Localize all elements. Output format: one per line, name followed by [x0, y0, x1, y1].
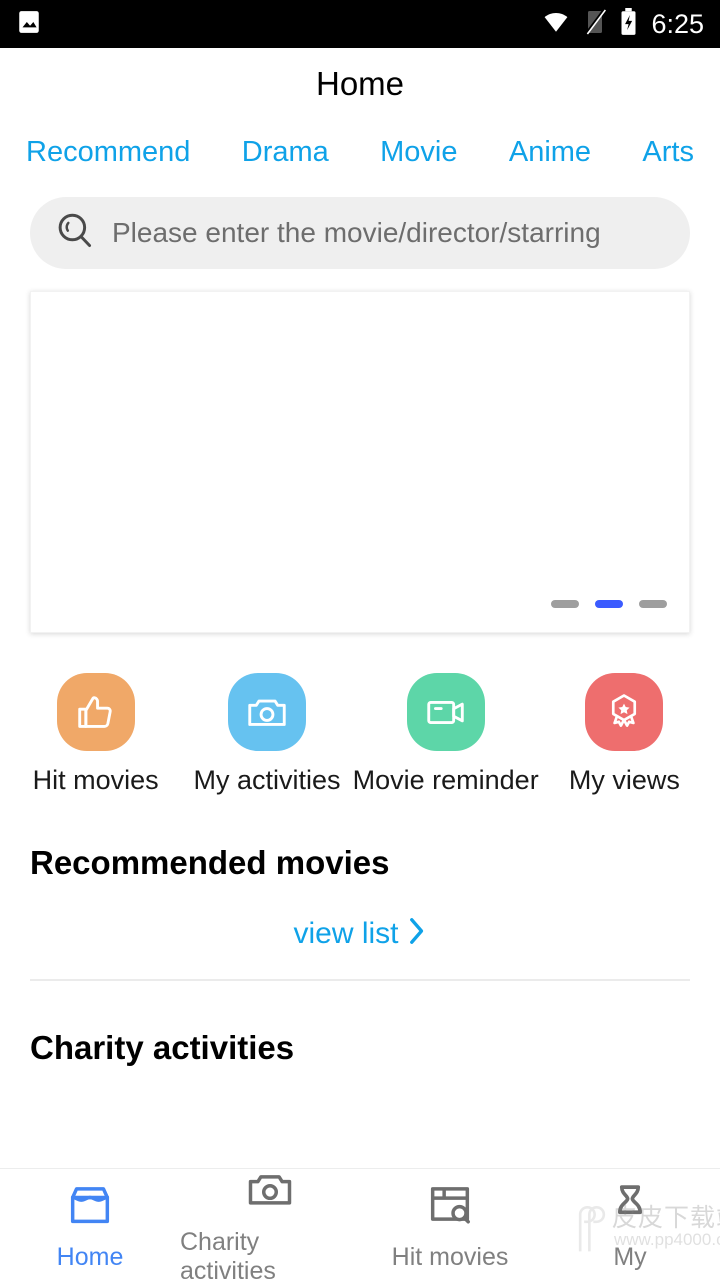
carousel-pagination: [551, 600, 667, 608]
nav-label: Home: [56, 1242, 124, 1271]
nav-label: Hit movies: [391, 1242, 509, 1271]
status-bar-left: [16, 9, 42, 40]
tab-anime[interactable]: Anime: [509, 136, 591, 169]
quick-action-label: My views: [568, 765, 680, 795]
quick-action-my-activities[interactable]: My activities: [181, 673, 352, 796]
charity-activities-title: Charity activities: [30, 1029, 295, 1066]
category-tabs: Recommend Drama Movie Anime Arts: [0, 120, 720, 177]
page-title-bar: Home: [0, 48, 720, 120]
recommended-movies-title: Recommended movies: [30, 844, 390, 881]
nav-item-charity-activities[interactable]: Charity activities: [180, 1169, 360, 1280]
carousel-dot[interactable]: [551, 600, 579, 608]
search-input[interactable]: Please enter the movie/director/starring: [112, 217, 601, 249]
tab-movie[interactable]: Movie: [380, 136, 457, 169]
medal-badge-icon: [585, 673, 664, 751]
person-icon: [604, 1178, 656, 1235]
quick-actions: Hit movies My activities Movie reminder: [0, 633, 720, 796]
battery-charging-icon: [619, 7, 638, 41]
quick-action-label: My activities: [193, 765, 341, 795]
status-bar: 6:25: [0, 0, 720, 48]
quick-action-label: Hit movies: [32, 765, 159, 795]
tab-recommend[interactable]: Recommend: [26, 136, 190, 169]
camera-icon: [244, 1163, 296, 1220]
search-bar[interactable]: Please enter the movie/director/starring: [30, 197, 690, 269]
wifi-icon: [541, 9, 571, 40]
thumbs-up-icon: [56, 673, 135, 751]
nav-item-home[interactable]: Home: [0, 1169, 180, 1280]
carousel-dot-active[interactable]: [595, 600, 623, 608]
nav-label: Charity activities: [180, 1228, 276, 1280]
banner-section: [0, 269, 720, 633]
tab-drama[interactable]: Drama: [242, 136, 329, 169]
status-bar-clock: 6:25: [651, 8, 704, 39]
quick-action-hit-movies[interactable]: Hit movies: [10, 673, 181, 796]
page-title: Home: [315, 65, 405, 102]
status-bar-right: 6:25: [541, 7, 704, 41]
view-list-label: view list: [293, 916, 399, 950]
app-root: 6:25 Home Recommend Drama Movie Anime Ar…: [0, 0, 720, 1280]
tab-arts[interactable]: Arts: [642, 136, 694, 169]
banner-carousel[interactable]: [30, 291, 690, 633]
nav-label: My: [613, 1242, 647, 1271]
chevron-right-icon: [407, 916, 427, 951]
signal-off-icon: [584, 8, 607, 40]
quick-action-movie-reminder[interactable]: Movie reminder: [353, 673, 539, 796]
nav-item-hit-movies[interactable]: Hit movies: [360, 1169, 540, 1280]
camera-icon: [227, 673, 306, 751]
image-icon: [16, 9, 42, 40]
bottom-navigation: Home Charity activities Hit movies My: [0, 1168, 720, 1280]
search-icon: [54, 210, 96, 257]
search-section: Please enter the movie/director/starring: [0, 177, 720, 269]
quick-action-label: Movie reminder: [352, 765, 539, 795]
quick-action-my-views[interactable]: My views: [539, 673, 710, 796]
browser-search-icon: [424, 1178, 476, 1235]
carousel-dot[interactable]: [639, 600, 667, 608]
store-icon: [64, 1178, 116, 1235]
video-camera-icon: [406, 673, 485, 751]
nav-item-my[interactable]: My: [540, 1169, 720, 1280]
view-list-link[interactable]: view list: [0, 882, 720, 979]
